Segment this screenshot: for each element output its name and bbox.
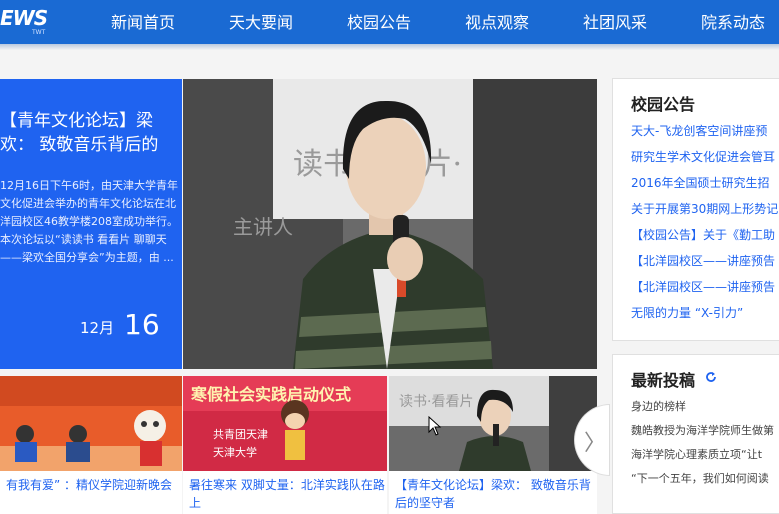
thumb-image-2: 寒假社会实践启动仪式 共青团天津 天津大学 (183, 376, 387, 471)
nav-item-viewpoint[interactable]: 视点观察 (465, 9, 529, 33)
thumb-image-1 (0, 376, 182, 471)
announcement-item[interactable]: 【北洋园校区——讲座预告 (631, 252, 775, 269)
thumb-card-3[interactable]: 读书·看看片 【青年文化论坛】梁欢： 致敬音乐背 后的坚守者 (389, 376, 597, 514)
site-logo[interactable]: EWS TWT (0, 6, 50, 36)
logo-text: EWS (0, 6, 48, 30)
logo-sub: TWT (32, 29, 46, 36)
announcements-panel: 校园公告 天大-飞龙创客空间讲座预 研究生学术文化促进会管耳 2016年全国硕士… (612, 78, 779, 341)
nav-item-campus-notices[interactable]: 校园公告 (347, 9, 411, 33)
feature-summary: 12月16日下午6时，由天津大学青年文化促进会举办的青年文化论坛在北洋园校区46… (0, 179, 178, 264)
refresh-icon[interactable] (705, 371, 717, 383)
banner-text-2: 主讲人 (233, 215, 293, 239)
thumb-card-1[interactable]: 有我有爱” ：精仪学院迎新晚会 (0, 376, 182, 514)
thumb-caption-2[interactable]: 暑往寒来 双脚丈量：北洋实践队在路上 (189, 476, 385, 512)
submissions-panel: 最新投稿 身边的榜样 魏皓教授为海洋学院师生做第 海洋学院心理素质立项“让t “… (612, 354, 779, 514)
submission-item[interactable]: 魏皓教授为海洋学院师生做第 (631, 422, 774, 438)
nav-item-tju-news[interactable]: 天大要闻 (229, 9, 293, 33)
thumb-caption-1[interactable]: 有我有爱” ：精仪学院迎新晚会 (6, 476, 172, 494)
svg-text:天津大学: 天津大学 (213, 445, 257, 459)
nav-shadow (0, 44, 779, 50)
submission-item[interactable]: 海洋学院心理素质立项“让t (631, 446, 762, 462)
feature-title[interactable]: 【青年文化论坛】梁欢： 致敬音乐背后的 (0, 109, 178, 157)
submissions-title: 最新投稿 (631, 371, 696, 390)
nav-item-home[interactable]: 新闻首页 (111, 9, 175, 33)
feature-day: 16 (124, 308, 160, 341)
chevron-right-icon: 〉 (584, 431, 607, 456)
svg-text:寒假社会实践启动仪式: 寒假社会实践启动仪式 (190, 385, 351, 404)
thumb-caption-3[interactable]: 【青年文化论坛】梁欢： 致敬音乐背 后的坚守者 (395, 476, 591, 512)
submission-item[interactable]: 身边的榜样 (631, 398, 686, 414)
announcement-item[interactable]: 【校园公告】关于《勤工助 (631, 226, 775, 243)
feature-month: 12月 (80, 319, 115, 337)
announcements-title: 校园公告 (631, 95, 696, 114)
thumbnail-row: 有我有爱” ：精仪学院迎新晚会 寒假社会实践启动仪式 共青团天津 天津大学 暑往… (0, 376, 597, 514)
thumb-image-3: 读书·看看片 (389, 376, 597, 471)
svg-text:共青团天津: 共青团天津 (213, 428, 268, 441)
top-nav-bar: EWS TWT 新闻首页 天大要闻 校园公告 视点观察 社团风采 院系动态 (0, 0, 779, 44)
announcement-item[interactable]: 研究生学术文化促进会管耳 (631, 148, 775, 165)
feature-story-card[interactable]: 【青年文化论坛】梁欢： 致敬音乐背后的 12月16日下午6时，由天津大学青年文化… (0, 79, 182, 369)
nav-item-clubs[interactable]: 社团风采 (583, 9, 647, 33)
nav-item-departments[interactable]: 院系动态 (701, 9, 765, 33)
submission-item[interactable]: “下一个五年，我们如何阅读 (631, 470, 769, 486)
speaker-photo: 读书·看看片· 主讲人 (183, 79, 597, 369)
feature-photo[interactable]: 读书·看看片· 主讲人 (183, 79, 597, 369)
announcement-item[interactable]: 无限的力量 “X-引力” (631, 304, 743, 321)
announcement-item[interactable]: 关于开展第30期网上形势记 (631, 200, 778, 217)
thumb-card-2[interactable]: 寒假社会实践启动仪式 共青团天津 天津大学 暑往寒来 双脚丈量：北洋实践队在路上 (183, 376, 387, 514)
svg-text:读书·看看片: 读书·看看片 (399, 393, 473, 410)
announcement-item[interactable]: 天大-飞龙创客空间讲座预 (631, 122, 767, 139)
mouse-cursor-icon (428, 416, 442, 436)
announcement-item[interactable]: 2016年全国硕士研究生招 (631, 174, 770, 191)
announcement-item[interactable]: 【北洋园校区——讲座预告 (631, 278, 775, 295)
